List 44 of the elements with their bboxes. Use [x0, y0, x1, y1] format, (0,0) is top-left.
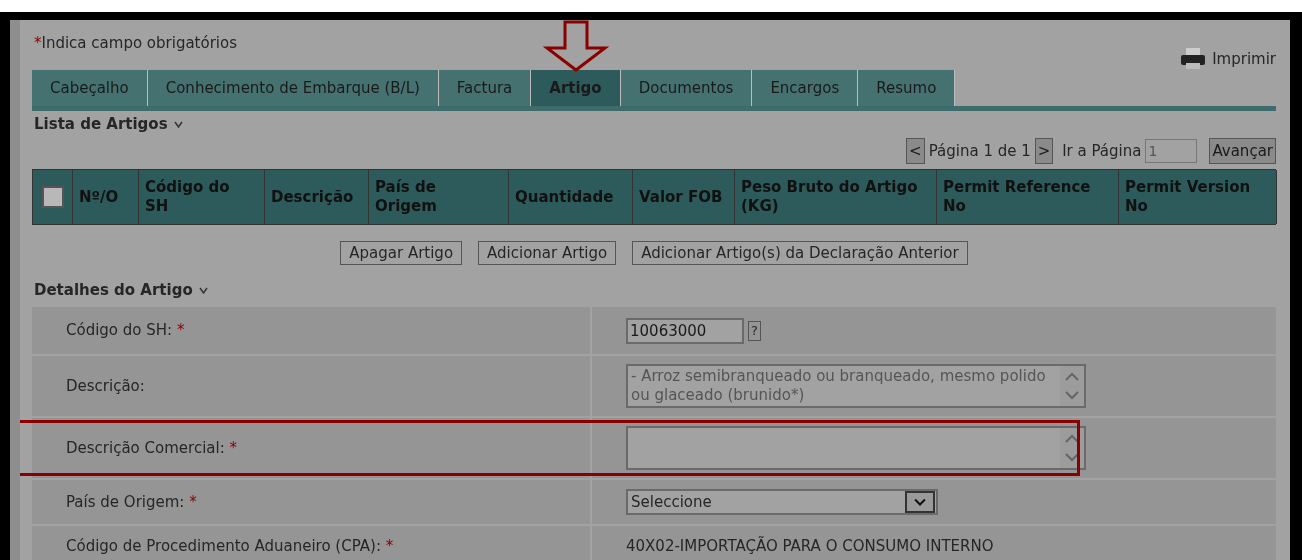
action-button[interactable]: Adicionar Artigo: [478, 241, 617, 265]
action-button[interactable]: Adicionar Artigo(s) da Declaração Anterior: [632, 241, 968, 265]
next-page-button[interactable]: >: [1034, 138, 1054, 164]
field-label: Descrição Comercial: *: [66, 439, 237, 457]
textarea-field[interactable]: [626, 426, 1086, 470]
action-button[interactable]: Apagar Artigo: [340, 241, 463, 265]
scroll-arrows-icon: [1060, 366, 1084, 406]
chevron-down-icon: [173, 120, 183, 128]
field-label: País de Origem: *: [66, 493, 197, 511]
section-toggle[interactable]: Detalhes do Artigo: [32, 277, 210, 303]
column-header: Descrição: [265, 170, 369, 224]
print-link[interactable]: Imprimir: [1180, 48, 1276, 70]
field-label: Descrição:: [66, 377, 145, 395]
required-note: *Indica campo obrigatórios: [34, 33, 237, 52]
tab[interactable]: Documentos: [620, 70, 753, 106]
goto-label: Ir a Página: [1061, 142, 1142, 160]
chevron-down-icon: [198, 286, 208, 294]
column-header: Permit Reference No: [937, 170, 1119, 224]
scroll-arrows-icon: [1060, 428, 1084, 468]
country-select[interactable]: Seleccione: [626, 489, 938, 515]
column-header: Nº/O: [73, 170, 139, 224]
tab[interactable]: Conhecimento de Embarque (B/L): [147, 70, 439, 106]
column-header: País de Origem: [369, 170, 509, 224]
field-value: 40X02-IMPORTAÇÃO PARA O CONSUMO INTERNO: [626, 537, 994, 555]
tab[interactable]: Cabeçalho: [32, 70, 148, 106]
section-toggle[interactable]: Lista de Artigos: [32, 111, 185, 137]
column-header: Código do SH: [139, 170, 265, 224]
help-button[interactable]: ?: [748, 320, 761, 341]
tab[interactable]: Factura: [438, 70, 532, 106]
field-label: Código de Procedimento Aduaneiro (CPA): *: [66, 537, 394, 555]
column-header: Quantidade: [509, 170, 633, 224]
page-indicator: Página 1 de 1: [928, 142, 1031, 160]
go-button[interactable]: Avançar: [1209, 138, 1276, 164]
tab[interactable]: Encargos: [752, 70, 859, 106]
page-input[interactable]: 1: [1145, 139, 1198, 163]
column-header: Peso Bruto do Artigo (KG): [735, 170, 937, 224]
prev-page-button[interactable]: <: [906, 138, 925, 164]
column-header: Valor FOB: [633, 170, 735, 224]
tab[interactable]: Resumo: [858, 70, 956, 106]
field-label: Código do SH: *: [66, 321, 185, 339]
column-header: Permit Version No: [1119, 170, 1277, 224]
printer-icon: [1180, 48, 1207, 70]
code-field[interactable]: 10063000: [626, 317, 744, 344]
select-all-checkbox[interactable]: [41, 186, 64, 208]
